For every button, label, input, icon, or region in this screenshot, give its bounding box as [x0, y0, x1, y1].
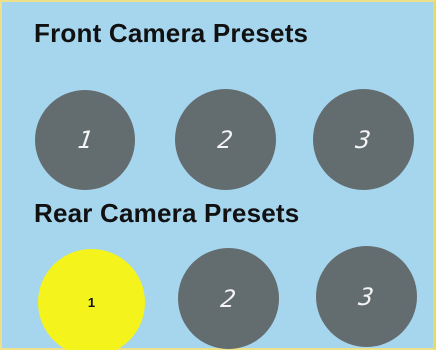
rear-preset-2-label: 2: [219, 284, 238, 313]
rear-preset-2-button[interactable]: 2: [178, 248, 279, 349]
rear-preset-1-button[interactable]: 1: [38, 249, 145, 350]
rear-camera-presets-title: Rear Camera Presets: [34, 198, 300, 228]
front-preset-3-button[interactable]: 3: [313, 89, 414, 190]
rear-preset-1-label: 1: [87, 295, 96, 310]
camera-presets-panel: Front Camera Presets 1 2 3 Rear Camera P…: [0, 0, 436, 350]
front-preset-1-button[interactable]: 1: [35, 90, 135, 190]
rear-preset-3-button[interactable]: 3: [316, 246, 417, 347]
front-preset-1-label: 1: [75, 126, 95, 154]
front-preset-3-label: 3: [354, 125, 373, 154]
front-preset-2-label: 2: [216, 125, 235, 154]
front-preset-2-button[interactable]: 2: [175, 89, 276, 190]
rear-preset-3-label: 3: [357, 282, 376, 311]
front-camera-presets-title: Front Camera Presets: [34, 18, 309, 48]
